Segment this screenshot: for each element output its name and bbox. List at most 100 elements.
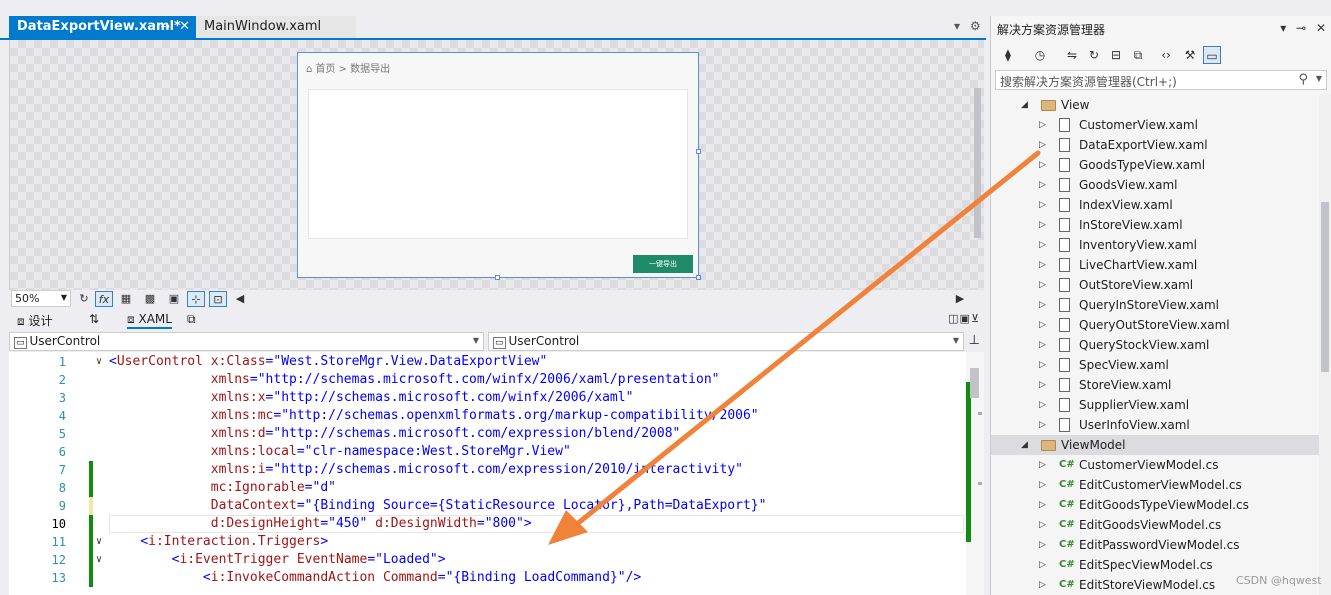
tree-file[interactable]: ▷ C# EditPasswordViewModel.cs — [991, 535, 1319, 555]
close-icon[interactable]: ✕ — [179, 19, 190, 34]
code-line[interactable]: 3 xmlns:x="http://schemas.microsoft.com/… — [9, 389, 966, 407]
tab-design[interactable]: ⧈ 设计 — [17, 312, 52, 329]
tree-file[interactable]: ▷ DataExportView.xaml — [991, 135, 1319, 155]
collapsed-arrow-icon[interactable]: ▷ — [1039, 475, 1046, 495]
fold-toggle-icon[interactable]: ∨ — [96, 551, 102, 569]
code-line[interactable]: 12 ∨ <i:EventTrigger EventName="Loaded"> — [9, 551, 966, 569]
tree-file[interactable]: ▷ StoreView.xaml — [991, 375, 1319, 395]
scroll-thumb[interactable] — [1321, 202, 1329, 372]
collapsed-arrow-icon[interactable]: ▷ — [1039, 295, 1046, 315]
snap-lines-icon[interactable]: ⊹ — [187, 291, 205, 307]
tree-file[interactable]: ▷ CustomerView.xaml — [991, 115, 1319, 135]
collapsed-arrow-icon[interactable]: ▷ — [1039, 215, 1046, 235]
code-line[interactable]: 7 xmlns:i="http://schemas.microsoft.com/… — [9, 461, 966, 479]
collapsed-arrow-icon[interactable]: ▷ — [1039, 315, 1046, 335]
tree-file[interactable]: ▷ QueryInStoreView.xaml — [991, 295, 1319, 315]
formula-icon[interactable]: fx — [95, 291, 113, 307]
split-add-icon[interactable]: ⊥ — [969, 333, 980, 348]
xaml-designer-surface[interactable]: ⌂ 首页 > 数据导出 一键导出 — [9, 40, 984, 302]
element-combo-right[interactable]: ▭ UserControl ▼ — [488, 332, 964, 351]
history-icon[interactable]: ◷ — [1031, 46, 1049, 64]
gear-icon[interactable]: ⚙ — [970, 19, 981, 33]
xaml-code-editor[interactable]: 1 ∨ <UserControl x:Class="West.StoreMgr.Vi… — [9, 352, 966, 595]
tree-file[interactable]: ▷ C# CustomerViewModel.cs — [991, 455, 1319, 475]
tree-file[interactable]: ▷ C# EditGoodsTypeViewModel.cs — [991, 495, 1319, 515]
popout-icon[interactable]: ⧉ — [187, 312, 196, 327]
tree-folder-view[interactable]: ◢ View — [991, 95, 1319, 115]
show-all-files-icon[interactable]: ⧉ — [1129, 46, 1147, 64]
tree-file[interactable]: ▷ SpecView.xaml — [991, 355, 1319, 375]
code-icon[interactable]: ‹› — [1157, 46, 1175, 64]
designer-vertical-scrollbar[interactable] — [973, 50, 982, 280]
collapsed-arrow-icon[interactable]: ▷ — [1039, 235, 1046, 255]
collapsed-arrow-icon[interactable]: ▷ — [1039, 255, 1046, 275]
collapsed-arrow-icon[interactable]: ▷ — [1039, 115, 1046, 135]
pin-icon[interactable]: ⊸ — [1296, 21, 1306, 35]
collapsed-arrow-icon[interactable]: ▷ — [1039, 355, 1046, 375]
scroll-thumb[interactable] — [974, 88, 981, 238]
collapsed-arrow-icon[interactable]: ▷ — [1039, 395, 1046, 415]
checker-icon[interactable]: ▣ — [165, 291, 183, 307]
resize-handle[interactable] — [696, 275, 701, 280]
scroll-thumb[interactable] — [970, 368, 979, 398]
collapsed-arrow-icon[interactable]: ▷ — [1039, 375, 1046, 395]
tab-mainwindow[interactable]: MainWindow.xaml — [196, 16, 356, 38]
refresh-icon[interactable]: ↻ — [1085, 46, 1103, 64]
snap-grid-icon[interactable]: ▩ — [141, 291, 159, 307]
tree-file[interactable]: ▷ C# EditGoodsViewModel.cs — [991, 515, 1319, 535]
collapsed-arrow-icon[interactable]: ▷ — [1039, 535, 1046, 555]
collapsed-arrow-icon[interactable]: ▷ — [1039, 155, 1046, 175]
tree-file[interactable]: ▷ UserInfoView.xaml — [991, 415, 1319, 435]
collapsed-arrow-icon[interactable]: ▷ — [1039, 455, 1046, 475]
code-line[interactable]: 6 xmlns:local="clr-namespace:West.StoreM… — [9, 443, 966, 461]
chevron-left-icon[interactable]: ◀ — [231, 291, 249, 307]
code-line[interactable]: 1 ∨ <UserControl x:Class="West.StoreMgr.Vi… — [9, 353, 966, 371]
grid-icon[interactable]: ▦ — [117, 291, 135, 307]
code-line[interactable]: 13 <i:InvokeCommandAction Command="{Bind… — [9, 569, 966, 587]
tree-file[interactable]: ▷ SupplierView.xaml — [991, 395, 1319, 415]
collapsed-arrow-icon[interactable]: ▷ — [1039, 335, 1046, 355]
code-line[interactable]: 10 d:DesignHeight="450" d:DesignWidth="8… — [9, 515, 966, 533]
design-artboard[interactable]: ⌂ 首页 > 数据导出 一键导出 — [297, 52, 701, 280]
tree-file[interactable]: ▷ OutStoreView.xaml — [991, 275, 1319, 295]
collapsed-arrow-icon[interactable]: ▷ — [1039, 495, 1046, 515]
swap-panes-button[interactable]: ⇅ — [89, 312, 99, 326]
expanded-arrow-icon[interactable]: ◢ — [1021, 95, 1028, 115]
code-line[interactable]: 5 xmlns:d="http://schemas.microsoft.com/… — [9, 425, 966, 443]
content-panel[interactable] — [308, 89, 688, 239]
effects-icon[interactable]: ⊡ — [209, 291, 227, 307]
code-line[interactable]: 4 xmlns:mc="http://schemas.openxmlformat… — [9, 407, 966, 425]
tree-file[interactable]: ▷ QueryOutStoreView.xaml — [991, 315, 1319, 335]
tree-file[interactable]: ▷ LiveChartView.xaml — [991, 255, 1319, 275]
code-line[interactable]: 9 DataContext="{Binding Source={StaticRe… — [9, 497, 966, 515]
chevron-down-icon[interactable]: ▾ — [1280, 21, 1286, 35]
collapsed-arrow-icon[interactable]: ▷ — [1039, 135, 1046, 155]
tab-dataexportview[interactable]: DataExportView.xaml* ⊸ ✕ — [9, 16, 196, 38]
element-combo-left[interactable]: ▭ UserControl ▼ — [9, 332, 484, 351]
chevron-down-icon[interactable]: ▼ — [1316, 74, 1322, 83]
tree-file[interactable]: ▷ InventoryView.xaml — [991, 235, 1319, 255]
expanded-arrow-icon[interactable]: ◢ — [1021, 435, 1028, 455]
tree-file[interactable]: ▷ IndexView.xaml — [991, 195, 1319, 215]
tree-file[interactable]: ▷ InStoreView.xaml — [991, 215, 1319, 235]
tree-folder-viewmodel[interactable]: ◢ ViewModel — [991, 435, 1319, 455]
tab-xaml[interactable]: ⧈ XAML — [127, 312, 172, 329]
split-layout-icons[interactable]: ◫▣⊻ — [948, 312, 980, 325]
code-line[interactable]: 8 mc:Ignorable="d" — [9, 479, 966, 497]
tree-file[interactable]: ▷ C# EditSpecViewModel.cs — [991, 555, 1319, 575]
collapsed-arrow-icon[interactable]: ▷ — [1039, 515, 1046, 535]
collapsed-arrow-icon[interactable]: ▷ — [1039, 175, 1046, 195]
vs-icon[interactable]: ⧫ — [999, 46, 1017, 64]
wrench-icon[interactable]: ⚒ — [1181, 46, 1199, 64]
zoom-select[interactable]: 50% ▼ — [11, 290, 71, 307]
editor-vertical-scrollbar[interactable] — [966, 352, 984, 595]
collapsed-arrow-icon[interactable]: ▷ — [1039, 575, 1046, 595]
collapsed-arrow-icon[interactable]: ▷ — [1039, 415, 1046, 435]
collapsed-arrow-icon[interactable]: ▷ — [1039, 555, 1046, 575]
sync-icon[interactable]: ⇋ — [1063, 46, 1081, 64]
collapse-icon[interactable]: ⊟ — [1107, 46, 1125, 64]
code-line[interactable]: 2 xmlns="http://schemas.microsoft.com/wi… — [9, 371, 966, 389]
chevron-down-icon[interactable]: ▾ — [954, 19, 960, 33]
fold-toggle-icon[interactable]: ∨ — [96, 353, 102, 371]
tree-file[interactable]: ▷ C# EditCustomerViewModel.cs — [991, 475, 1319, 495]
